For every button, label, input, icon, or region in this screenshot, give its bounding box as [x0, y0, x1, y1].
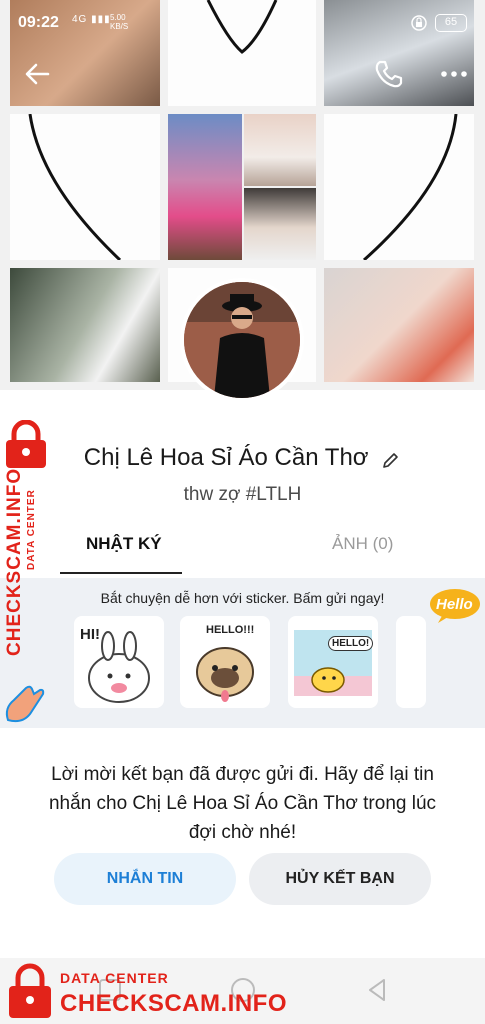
pencil-icon — [383, 452, 399, 468]
profile-name-row: Chị Lê Hoa Sỉ Áo Cần Thơ — [0, 444, 485, 472]
watermark-bottom-brand: CHECKSCAM.INFO — [60, 990, 287, 1017]
sticker-caption: HELLO!!! — [206, 624, 255, 636]
lock-icon — [9, 963, 51, 1018]
status-bar: 09:22 4G ▮▮▮ 5.00 KB/S 65 — [0, 0, 485, 48]
cover-photo — [244, 188, 316, 260]
watermark-bottom-label: DATA CENTER — [60, 970, 169, 986]
signal-icon: 4G ▮▮▮ — [72, 14, 111, 25]
profile-screen: 09:22 4G ▮▮▮ 5.00 KB/S 65 Chị Lê Hoa Sỉ Á… — [0, 0, 485, 1024]
back-button[interactable] — [20, 56, 56, 92]
sticker-item[interactable]: HELLO! — [288, 616, 378, 708]
send-message-button[interactable]: NHẮN TIN — [54, 853, 236, 905]
sticker-item[interactable]: HI! — [74, 616, 164, 708]
status-time: 09:22 — [18, 14, 59, 31]
active-tab-indicator — [60, 572, 182, 574]
watermark-side-label: DATA CENTER — [26, 489, 37, 570]
cancel-friend-request-button[interactable]: HỦY KẾT BẠN — [249, 853, 431, 905]
back-arrow-icon — [25, 63, 50, 85]
lock-icon — [6, 420, 46, 468]
more-icon — [441, 71, 467, 77]
more-options-button[interactable] — [436, 56, 472, 92]
sticker-caption: HELLO! — [328, 636, 374, 651]
bottom-watermark: DATA CENTER CHECKSCAM.INFO — [0, 960, 300, 1024]
sticker-item[interactable]: HELLO!!! — [180, 616, 270, 708]
friend-request-message: Lời mời kết bạn đã được gửi đi. Hãy để l… — [48, 764, 437, 843]
cover-photo — [324, 114, 474, 260]
hello-badge: Hello — [428, 586, 482, 624]
speed-unit: KB/S — [110, 22, 129, 31]
battery-indicator: 65 — [435, 14, 467, 32]
tab-photos[interactable]: ẢNH (0) — [332, 534, 393, 554]
lock-icon — [411, 14, 427, 32]
profile-status: thw zợ #LTLH — [183, 484, 302, 505]
call-button[interactable] — [370, 56, 406, 92]
sticker-panel-title: Bắt chuyện dễ hơn với sticker. Bấm gửi n… — [100, 590, 385, 606]
speed-value: 5.00 — [110, 13, 126, 22]
chick-sticker — [294, 630, 372, 696]
avatar-photo — [184, 282, 300, 398]
sticker-suggestion-panel: Bắt chuyện dễ hơn với sticker. Bấm gửi n… — [0, 578, 485, 728]
back-nav-icon[interactable] — [369, 979, 385, 1001]
network-type: 4G — [72, 14, 88, 25]
cover-photo — [10, 114, 160, 260]
cover-photo — [324, 268, 474, 382]
phone-icon — [375, 60, 403, 88]
edit-name-button[interactable] — [381, 449, 401, 469]
hello-badge-text: Hello — [436, 596, 473, 613]
sticker-item[interactable] — [396, 616, 426, 708]
side-watermark: CHECKSCAM.INFO DATA CENTER — [0, 420, 52, 720]
cover-photo — [244, 114, 316, 186]
network-speed: 5.00 KB/S — [110, 13, 128, 31]
cover-photo — [10, 268, 160, 382]
tab-diary[interactable]: NHẬT KÝ — [86, 534, 162, 554]
sticker-caption: HI! — [80, 626, 100, 643]
cover-photo — [168, 114, 242, 260]
profile-tabs: NHẬT KÝ ẢNH (0) — [0, 518, 485, 574]
waving-hand-icon — [5, 685, 45, 723]
avatar[interactable] — [180, 278, 304, 402]
watermark-side-brand: CHECKSCAM.INFO — [4, 467, 25, 656]
profile-name: Chị Lê Hoa Sỉ Áo Cần Thơ — [83, 444, 369, 471]
